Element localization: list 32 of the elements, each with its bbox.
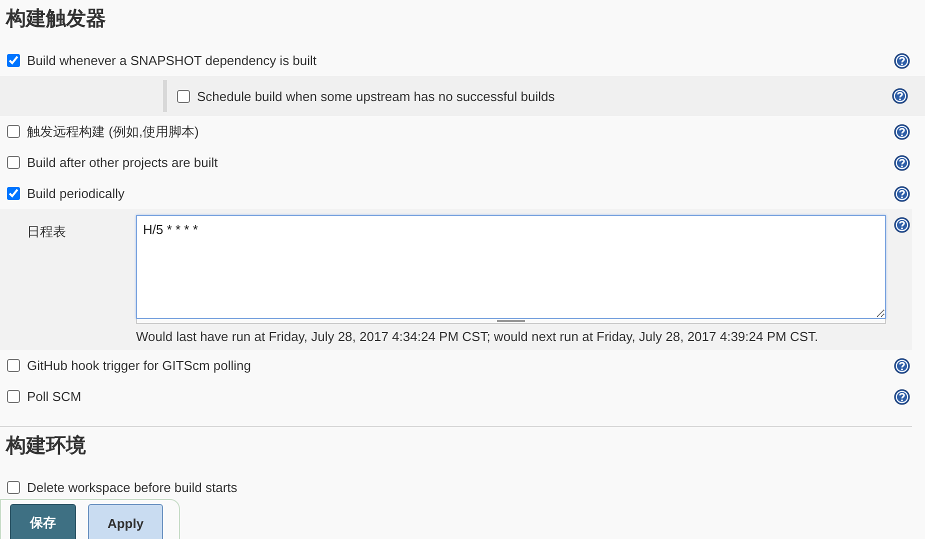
schedule-field[interactable]: H/5 * * * * <box>136 215 886 319</box>
apply-button[interactable]: Apply <box>88 504 163 539</box>
section-title: 构建触发器 <box>4 7 107 32</box>
help-icon[interactable] <box>894 154 910 170</box>
checkbox[interactable] <box>7 125 20 138</box>
help-icon[interactable] <box>892 88 908 104</box>
checkbox[interactable] <box>7 481 20 494</box>
field-label: 日程表 <box>26 223 67 241</box>
help-icon[interactable] <box>894 388 910 404</box>
help-icon[interactable] <box>894 358 910 374</box>
checkbox[interactable] <box>7 359 20 372</box>
checkbox[interactable] <box>7 187 20 200</box>
help-icon[interactable] <box>894 186 910 202</box>
option-label: Schedule build when some upstream has no successful builds <box>197 88 556 104</box>
checkbox[interactable] <box>177 90 190 102</box>
checkbox[interactable] <box>7 54 20 67</box>
option-label: Build periodically <box>27 186 126 201</box>
option-label: Poll SCM <box>27 389 82 404</box>
option-label: Build whenever a SNAPSHOT dependency is built <box>27 53 318 68</box>
save-button[interactable]: 保存 <box>10 504 76 539</box>
help-icon[interactable] <box>894 217 910 233</box>
option-label: Delete workspace before build starts <box>27 480 238 495</box>
option-label: Build after other projects are built <box>27 155 219 170</box>
checkbox[interactable] <box>7 156 20 169</box>
schedule-note: Would last have run at Friday, July 28, 2017 4:34:24 PM CST; would next run at Friday, July 28, 2017 4:39:24 PM CST. <box>136 329 820 344</box>
option-label: GitHub hook trigger for GITScm polling <box>27 358 252 373</box>
section-title: 构建环境 <box>4 434 87 459</box>
checkbox[interactable] <box>7 390 20 403</box>
resize-handle[interactable] <box>136 319 886 324</box>
option-label: 触发远程构建 (例如,使用脚本) <box>27 122 200 140</box>
help-icon[interactable] <box>894 52 910 68</box>
help-icon[interactable] <box>894 124 910 140</box>
